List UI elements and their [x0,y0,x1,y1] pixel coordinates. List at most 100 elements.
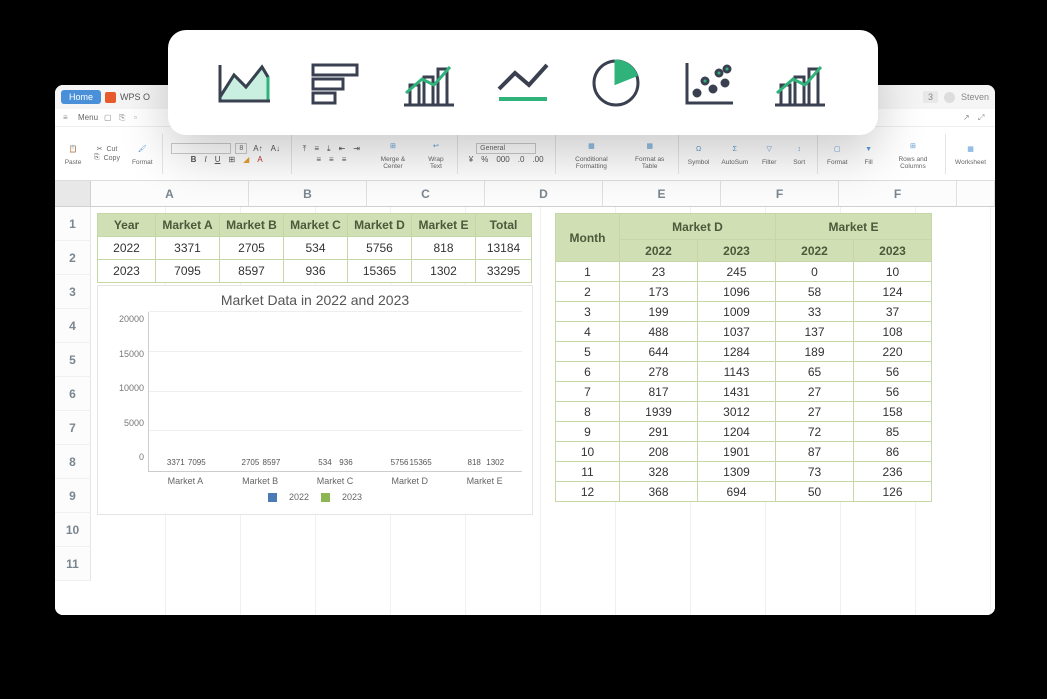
align-bottom-icon[interactable]: ⤓ [325,144,333,154]
cells-area[interactable]: YearMarket AMarket BMarket CMarket DMark… [91,207,995,615]
table2-cell[interactable]: 644 [620,342,698,362]
table2-cell[interactable]: 108 [854,322,932,342]
align-right-icon[interactable]: ≡ [340,155,349,164]
table2-cell[interactable]: 124 [854,282,932,302]
table2-cell[interactable]: 3012 [698,402,776,422]
cond-format-group[interactable]: ▦ Conditional Formatting [559,135,623,172]
table2-cell[interactable]: 488 [620,322,698,342]
table2-cell[interactable]: 33 [776,302,854,322]
row-header[interactable]: 10 [55,513,91,547]
table1-header[interactable]: Market E [412,214,476,237]
wrap-group[interactable]: ↩ Wrap Text [419,135,453,172]
indent-more-icon[interactable]: ⇥ [351,144,362,153]
table2-cell[interactable]: 1284 [698,342,776,362]
paste-group[interactable]: 📋 Paste [59,138,87,168]
table1-cell[interactable]: 3371 [156,237,220,260]
table2-cell[interactable]: 37 [854,302,932,322]
row-header[interactable]: 6 [55,377,91,411]
month-header[interactable]: Month [556,214,620,262]
select-all-corner[interactable] [55,181,91,207]
year-header[interactable]: 2022 [776,240,854,262]
row-header[interactable]: 1 [55,207,91,241]
year-header[interactable]: 2023 [698,240,776,262]
currency-icon[interactable]: ¥ [467,155,475,164]
table2-cell[interactable]: 1 [556,262,620,282]
column-header[interactable]: C [367,181,485,207]
table1-cell[interactable]: 33295 [476,260,532,283]
year-header[interactable]: 2022 [620,240,698,262]
font-select[interactable] [171,143,231,154]
table1-cell[interactable]: 1302 [412,260,476,283]
align-left-icon[interactable]: ≡ [314,155,323,164]
underline-button[interactable]: U [213,155,223,164]
table2-cell[interactable]: 1009 [698,302,776,322]
table2-cell[interactable]: 220 [854,342,932,362]
align-center-icon[interactable]: ≡ [327,155,336,164]
row-header[interactable]: 8 [55,445,91,479]
indent-less-icon[interactable]: ⇤ [337,144,348,153]
table2-cell[interactable]: 50 [776,482,854,502]
table1-cell[interactable]: 534 [284,237,348,260]
expand-icon[interactable]: ⤢ [978,113,987,122]
open-icon[interactable]: ⎘ [119,113,128,122]
table1-cell[interactable]: 7095 [156,260,220,283]
table1-header[interactable]: Year [98,214,156,237]
table2-cell[interactable]: 1204 [698,422,776,442]
font-color-icon[interactable]: A [255,155,264,164]
increase-font-icon[interactable]: A↑ [251,144,264,153]
table2-cell[interactable]: 56 [854,382,932,402]
column-header[interactable]: D [485,181,603,207]
table2-cell[interactable]: 2 [556,282,620,302]
menu-label[interactable]: Menu [78,113,98,122]
fill-group[interactable]: ▼ Fill [855,138,883,168]
table2-cell[interactable]: 1309 [698,462,776,482]
table2-cell[interactable]: 1901 [698,442,776,462]
table1-cell[interactable]: 936 [284,260,348,283]
table2-cell[interactable]: 137 [776,322,854,342]
table2-cell[interactable]: 72 [776,422,854,442]
copy-icon[interactable]: ⎘ [94,154,100,162]
table2-cell[interactable]: 87 [776,442,854,462]
rows-cols-group[interactable]: ⊞ Rows and Columns [885,135,942,172]
comma-icon[interactable]: 000 [494,155,511,164]
table1-cell[interactable]: 15365 [348,260,412,283]
table2-cell[interactable]: 65 [776,362,854,382]
table1-cell[interactable]: 818 [412,237,476,260]
table2-cell[interactable]: 58 [776,282,854,302]
home-tab[interactable]: Home [61,90,101,104]
table2-cell[interactable]: 3 [556,302,620,322]
table2-cell[interactable]: 173 [620,282,698,302]
row-header[interactable]: 3 [55,275,91,309]
table2-cell[interactable]: 245 [698,262,776,282]
table2-cell[interactable]: 8 [556,402,620,422]
share-icon[interactable]: ↗ [963,113,972,122]
table2-cell[interactable]: 27 [776,382,854,402]
symbol-group[interactable]: Ω Symbol [683,138,715,168]
table2-cell[interactable]: 27 [776,402,854,422]
table1-header[interactable]: Market A [156,214,220,237]
table2-cell[interactable]: 368 [620,482,698,502]
avatar[interactable] [944,92,955,103]
table2-cell[interactable]: 126 [854,482,932,502]
column-header[interactable]: F [839,181,957,207]
table1-cell[interactable]: 5756 [348,237,412,260]
chart-panel[interactable]: Market Data in 2022 and 2023 20000150001… [97,285,533,515]
font-size-select[interactable]: 8 [235,143,247,154]
table2-cell[interactable]: 278 [620,362,698,382]
table2-cell[interactable]: 1096 [698,282,776,302]
market-header[interactable]: Market E [776,214,932,240]
row-header[interactable]: 9 [55,479,91,513]
autosum-group[interactable]: Σ AutoSum [716,138,753,168]
line-bar-chart-icon[interactable] [771,55,831,111]
table2-cell[interactable]: 56 [854,362,932,382]
hamburger-icon[interactable]: ≡ [63,113,72,122]
table2-cell[interactable]: 0 [776,262,854,282]
table2-cell[interactable]: 73 [776,462,854,482]
market-summary-table[interactable]: YearMarket AMarket BMarket CMarket DMark… [97,213,532,283]
table2-cell[interactable]: 86 [854,442,932,462]
column-header[interactable]: E [603,181,721,207]
table1-cell[interactable]: 2022 [98,237,156,260]
table2-cell[interactable]: 5 [556,342,620,362]
table2-cell[interactable]: 10 [556,442,620,462]
market-header[interactable]: Market D [620,214,776,240]
